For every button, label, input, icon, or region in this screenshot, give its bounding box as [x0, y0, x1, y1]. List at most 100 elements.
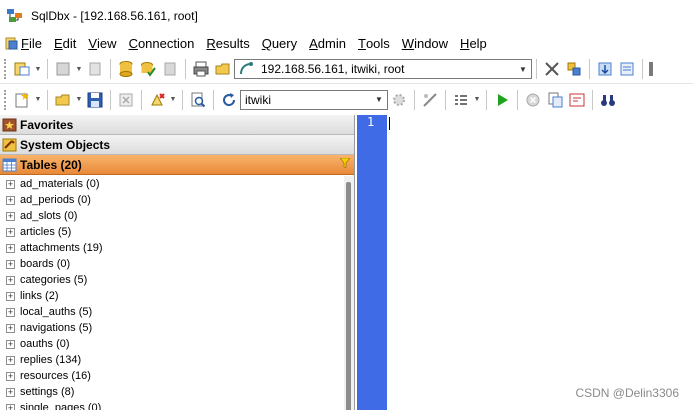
- refresh-connection-icon[interactable]: [84, 58, 106, 80]
- menu-edit[interactable]: Edit: [54, 32, 84, 55]
- expand-plus-icon[interactable]: +: [6, 371, 15, 381]
- chevron-down-icon[interactable]: ▼: [472, 89, 482, 111]
- menu-tools-label: ools: [365, 36, 390, 51]
- table-row[interactable]: + ad_materials (0): [0, 176, 344, 192]
- line-number-gutter: 1: [357, 115, 387, 410]
- table-row[interactable]: + single_pages (0): [0, 400, 344, 410]
- watermark-text: CSDN @Delin3306: [575, 386, 679, 400]
- expand-plus-icon[interactable]: +: [6, 275, 15, 285]
- expand-plus-icon[interactable]: +: [6, 307, 15, 317]
- table-row[interactable]: + articles (5): [0, 224, 344, 240]
- import-icon[interactable]: [594, 58, 616, 80]
- expand-plus-icon[interactable]: +: [6, 355, 15, 365]
- menu-results[interactable]: Results: [206, 32, 257, 55]
- menu-file[interactable]: File: [21, 32, 50, 55]
- save-icon[interactable]: [84, 89, 106, 111]
- table-row[interactable]: + attachments (19): [0, 240, 344, 256]
- menu-query[interactable]: Query: [262, 32, 305, 55]
- binoculars-icon[interactable]: [597, 89, 619, 111]
- toolbar-separator: [414, 89, 415, 110]
- expand-plus-icon[interactable]: +: [6, 291, 15, 301]
- expand-plus-icon[interactable]: +: [6, 211, 15, 221]
- table-row[interactable]: + navigations (5): [0, 320, 344, 336]
- tables-scrollbar[interactable]: [344, 176, 354, 410]
- table-name: links (2): [20, 290, 59, 302]
- disconnect-icon[interactable]: [52, 58, 74, 80]
- filter-icon[interactable]: [339, 157, 351, 171]
- favorites-header[interactable]: Favorites: [0, 115, 354, 135]
- overflow-icon[interactable]: [647, 58, 655, 80]
- chevron-down-icon[interactable]: ▼: [74, 89, 84, 111]
- expand-plus-icon[interactable]: +: [6, 323, 15, 333]
- table-row[interactable]: + boards (0): [0, 256, 344, 272]
- menu-tools[interactable]: Tools: [358, 32, 398, 55]
- expand-plus-icon[interactable]: +: [6, 227, 15, 237]
- new-query-icon[interactable]: [11, 89, 33, 111]
- database-select[interactable]: itwiki ▼: [240, 89, 388, 110]
- stop-icon[interactable]: [522, 89, 544, 111]
- table-row[interactable]: + settings (8): [0, 384, 344, 400]
- tables-header[interactable]: Tables (20): [0, 155, 354, 175]
- menu-admin[interactable]: Admin: [309, 32, 354, 55]
- settings-gear-icon[interactable]: [388, 89, 410, 111]
- execute-plan-icon[interactable]: [419, 89, 441, 111]
- toolbar-grip[interactable]: [4, 89, 7, 110]
- open-folder-icon[interactable]: [212, 58, 234, 80]
- chevron-down-icon[interactable]: ▼: [168, 89, 178, 111]
- schema-icon[interactable]: [616, 58, 638, 80]
- refresh-icon[interactable]: [218, 89, 240, 111]
- table-row[interactable]: + local_auths (5): [0, 304, 344, 320]
- table-row[interactable]: + ad_periods (0): [0, 192, 344, 208]
- tools-icon[interactable]: [541, 58, 563, 80]
- scrollbar-thumb[interactable]: [346, 182, 351, 410]
- table-row[interactable]: + links (2): [0, 288, 344, 304]
- clear-icon[interactable]: [146, 89, 168, 111]
- tables-tree: + ad_materials (0) + ad_periods (0) + ad_slot…: [0, 176, 344, 410]
- table-row[interactable]: + replies (134): [0, 352, 344, 368]
- connection-combo[interactable]: 192.168.56.161, itwiki, root ▼: [234, 59, 532, 79]
- document-menu-icon[interactable]: [4, 36, 19, 51]
- run-icon[interactable]: [491, 89, 513, 111]
- expand-plus-icon[interactable]: +: [6, 179, 15, 189]
- copy-results-icon[interactable]: [544, 89, 566, 111]
- menu-connection-label: onnection: [137, 36, 195, 51]
- database-icon[interactable]: [115, 58, 137, 80]
- close-query-icon[interactable]: [115, 89, 137, 111]
- open-file-icon[interactable]: [52, 89, 74, 111]
- expand-plus-icon[interactable]: +: [6, 195, 15, 205]
- find-icon[interactable]: [187, 89, 209, 111]
- system-objects-header[interactable]: System Objects: [0, 135, 354, 155]
- chevron-down-icon[interactable]: ▼: [33, 58, 43, 80]
- chevron-down-icon[interactable]: ▼: [515, 60, 531, 78]
- table-row[interactable]: + resources (16): [0, 368, 344, 384]
- format-list-icon[interactable]: [450, 89, 472, 111]
- table-row[interactable]: + categories (5): [0, 272, 344, 288]
- expand-plus-icon[interactable]: +: [6, 259, 15, 269]
- table-name: navigations (5): [20, 322, 93, 334]
- text-caret: [389, 117, 390, 130]
- print-icon[interactable]: [190, 58, 212, 80]
- chevron-down-icon[interactable]: ▼: [74, 58, 84, 80]
- toolbar-grip[interactable]: [4, 59, 7, 79]
- expand-plus-icon[interactable]: +: [6, 387, 15, 397]
- table-name: articles (5): [20, 226, 72, 238]
- new-connection-icon[interactable]: [11, 58, 33, 80]
- table-row[interactable]: + ad_slots (0): [0, 208, 344, 224]
- menu-view[interactable]: View: [88, 32, 124, 55]
- sql-editor[interactable]: 1 CSDN @Delin3306: [357, 115, 693, 410]
- menu-connection[interactable]: Connection: [129, 32, 203, 55]
- database-check-icon[interactable]: [137, 58, 159, 80]
- chevron-down-icon[interactable]: ▼: [371, 91, 387, 109]
- expand-plus-icon[interactable]: +: [6, 243, 15, 253]
- chevron-down-icon[interactable]: ▼: [33, 89, 43, 111]
- table-name: single_pages (0): [20, 402, 102, 410]
- menu-window[interactable]: Window: [402, 32, 456, 55]
- expand-plus-icon[interactable]: +: [6, 339, 15, 349]
- edit-results-icon[interactable]: [566, 89, 588, 111]
- menu-help[interactable]: Help: [460, 32, 495, 55]
- database-remove-icon[interactable]: [159, 58, 181, 80]
- expand-plus-icon[interactable]: +: [6, 403, 15, 410]
- table-name: replies (134): [20, 354, 82, 366]
- table-row[interactable]: + oauths (0): [0, 336, 344, 352]
- object-browser-icon[interactable]: [563, 58, 585, 80]
